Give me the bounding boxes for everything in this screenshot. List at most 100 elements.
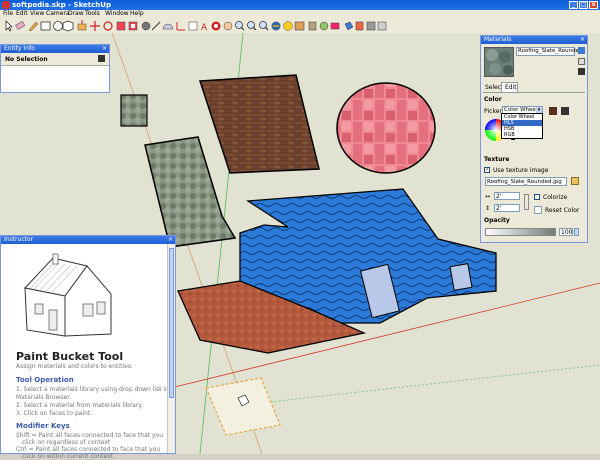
texture-width-field[interactable]: 2' — [494, 192, 520, 200]
texture-heading: Texture — [484, 156, 510, 163]
modifier-line: Shift = Paint all faces connected to fac… — [16, 432, 164, 439]
axes-icon[interactable] — [176, 22, 185, 31]
opacity-slider[interactable] — [485, 228, 556, 236]
material-name-field[interactable]: Roofing_Slate_Roundec — [516, 47, 582, 56]
selection-rectangle[interactable] — [205, 377, 281, 436]
menu-camera[interactable]: Camera — [46, 10, 70, 18]
walk-icon[interactable] — [308, 21, 317, 31]
material-name: Roofing_Slate_Roundec — [518, 48, 582, 54]
menu-window[interactable]: Window — [105, 10, 129, 18]
materials-panel: Materials × Roofing_Slate_Roundec Select… — [480, 35, 588, 243]
opacity-value: 100 — [561, 229, 573, 236]
minimize-button[interactable]: _ — [569, 1, 578, 9]
lock-aspect-icon[interactable] — [524, 194, 529, 210]
menu-bar: File Edit View Camera Draw Tools Window … — [0, 10, 600, 18]
components-icon[interactable] — [355, 21, 364, 31]
window-opening-2[interactable] — [449, 263, 473, 291]
opacity-heading: Opacity — [484, 217, 510, 224]
menu-file[interactable]: File — [3, 10, 13, 18]
stone-wall-face[interactable] — [144, 136, 237, 248]
modifier-keys-heading: Modifier Keys — [16, 422, 70, 430]
3d-text-icon[interactable]: A — [201, 23, 208, 33]
tab-edit[interactable]: Edit — [501, 82, 518, 92]
move-icon[interactable] — [90, 21, 100, 31]
offset-icon[interactable] — [128, 21, 138, 31]
dimension-icon[interactable] — [151, 21, 161, 31]
create-material-icon[interactable] — [578, 47, 585, 54]
position-camera-icon[interactable] — [294, 21, 305, 31]
tool-operation-heading: Tool Operation — [16, 376, 74, 384]
tile-circle-face[interactable] — [336, 82, 436, 174]
instructor-panel: Instructor × Paint Bucket Tool Assign ma… — [0, 235, 176, 460]
instructor-scrollbar[interactable] — [167, 244, 175, 453]
zoom-extents-icon[interactable] — [259, 21, 269, 31]
opacity-spinner[interactable] — [574, 228, 579, 236]
width-arrow-icon: ↔ — [485, 193, 491, 200]
zoom-icon[interactable] — [235, 21, 245, 31]
brick-face[interactable] — [198, 74, 320, 174]
menu-help[interactable]: Help — [130, 10, 144, 18]
color-heading: Color — [484, 96, 502, 103]
picker-option[interactable]: RGB — [502, 132, 542, 138]
colorize-label: Colorize — [543, 194, 568, 201]
use-texture-checkbox[interactable]: ✓ — [484, 167, 490, 173]
polygon-icon[interactable] — [62, 20, 74, 32]
pan-icon[interactable] — [223, 21, 233, 31]
sample-paint-icon[interactable] — [578, 68, 585, 75]
follow-me-icon[interactable] — [116, 21, 126, 31]
orbit-icon[interactable] — [211, 21, 221, 31]
select-icon[interactable] — [5, 20, 13, 32]
rotate-icon[interactable] — [103, 21, 113, 31]
scrollbar-thumb[interactable] — [169, 248, 174, 398]
close-button[interactable]: x — [589, 1, 598, 9]
protractor-icon[interactable] — [162, 23, 174, 30]
close-icon[interactable]: × — [168, 236, 173, 244]
close-icon[interactable]: × — [102, 45, 107, 53]
stone-tile-small[interactable] — [120, 94, 148, 127]
circle-icon[interactable] — [53, 21, 63, 31]
texture-height-field[interactable]: 2' — [494, 204, 520, 212]
svg-text:A: A — [201, 23, 208, 33]
match-color-icon[interactable] — [549, 107, 557, 115]
share-model-icon[interactable] — [377, 21, 387, 31]
zoom-window-icon[interactable] — [247, 21, 257, 31]
tab-select[interactable]: Select — [483, 83, 504, 92]
look-around-icon[interactable] — [319, 21, 329, 31]
eyedropper-icon[interactable] — [561, 107, 569, 115]
section-plane-icon[interactable] — [330, 22, 340, 30]
reset-color-label: Reset Color — [545, 207, 580, 214]
tape-measure-icon[interactable] — [141, 21, 151, 31]
material-preview-swatch — [484, 47, 514, 77]
text-icon[interactable] — [188, 21, 198, 31]
colorize-checkbox[interactable] — [534, 194, 540, 200]
push-pull-icon[interactable] — [77, 20, 87, 31]
menu-edit[interactable]: Edit — [16, 10, 28, 18]
picker-dropdown-list: Color Wheel HLS HSB RGB — [501, 113, 543, 139]
folder-icon[interactable] — [571, 177, 579, 185]
entity-info-toggle-icon[interactable] — [98, 55, 105, 62]
height-arrow-icon: ↕ — [485, 205, 491, 212]
paint-bucket-icon[interactable] — [344, 21, 354, 31]
rectangle-icon[interactable] — [40, 21, 51, 31]
green-axis-dashed — [242, 364, 600, 406]
next-view-icon[interactable] — [283, 21, 293, 31]
close-icon[interactable]: × — [580, 36, 585, 44]
menu-tools[interactable]: Tools — [85, 10, 100, 18]
entity-info-panel: Entity Info × No Selection — [0, 44, 110, 93]
maximize-button[interactable]: □ — [579, 1, 588, 9]
tool-description: Assign materials and colors to entities. — [16, 363, 133, 370]
modifier-line: Ctrl = Paint all faces connected to face… — [16, 446, 161, 453]
texture-file-field[interactable]: Roofing_Slate_Rounded.jpg — [485, 177, 567, 186]
previous-view-icon[interactable] — [271, 21, 281, 31]
tool-op-line: Materials Browser. — [16, 394, 72, 401]
pencil-icon[interactable] — [28, 21, 39, 32]
display-secondary-icon[interactable] — [578, 58, 585, 65]
menu-view[interactable]: View — [30, 10, 44, 18]
reset-color-swatch[interactable] — [534, 206, 542, 214]
menu-draw[interactable]: Draw — [68, 10, 84, 18]
use-texture-label: Use texture image — [493, 167, 549, 174]
eraser-icon[interactable] — [15, 20, 26, 30]
tool-op-line: 2. Select a material from materials libr… — [16, 402, 143, 409]
opacity-field[interactable]: 100 — [559, 228, 573, 236]
get-models-icon[interactable] — [366, 21, 376, 31]
